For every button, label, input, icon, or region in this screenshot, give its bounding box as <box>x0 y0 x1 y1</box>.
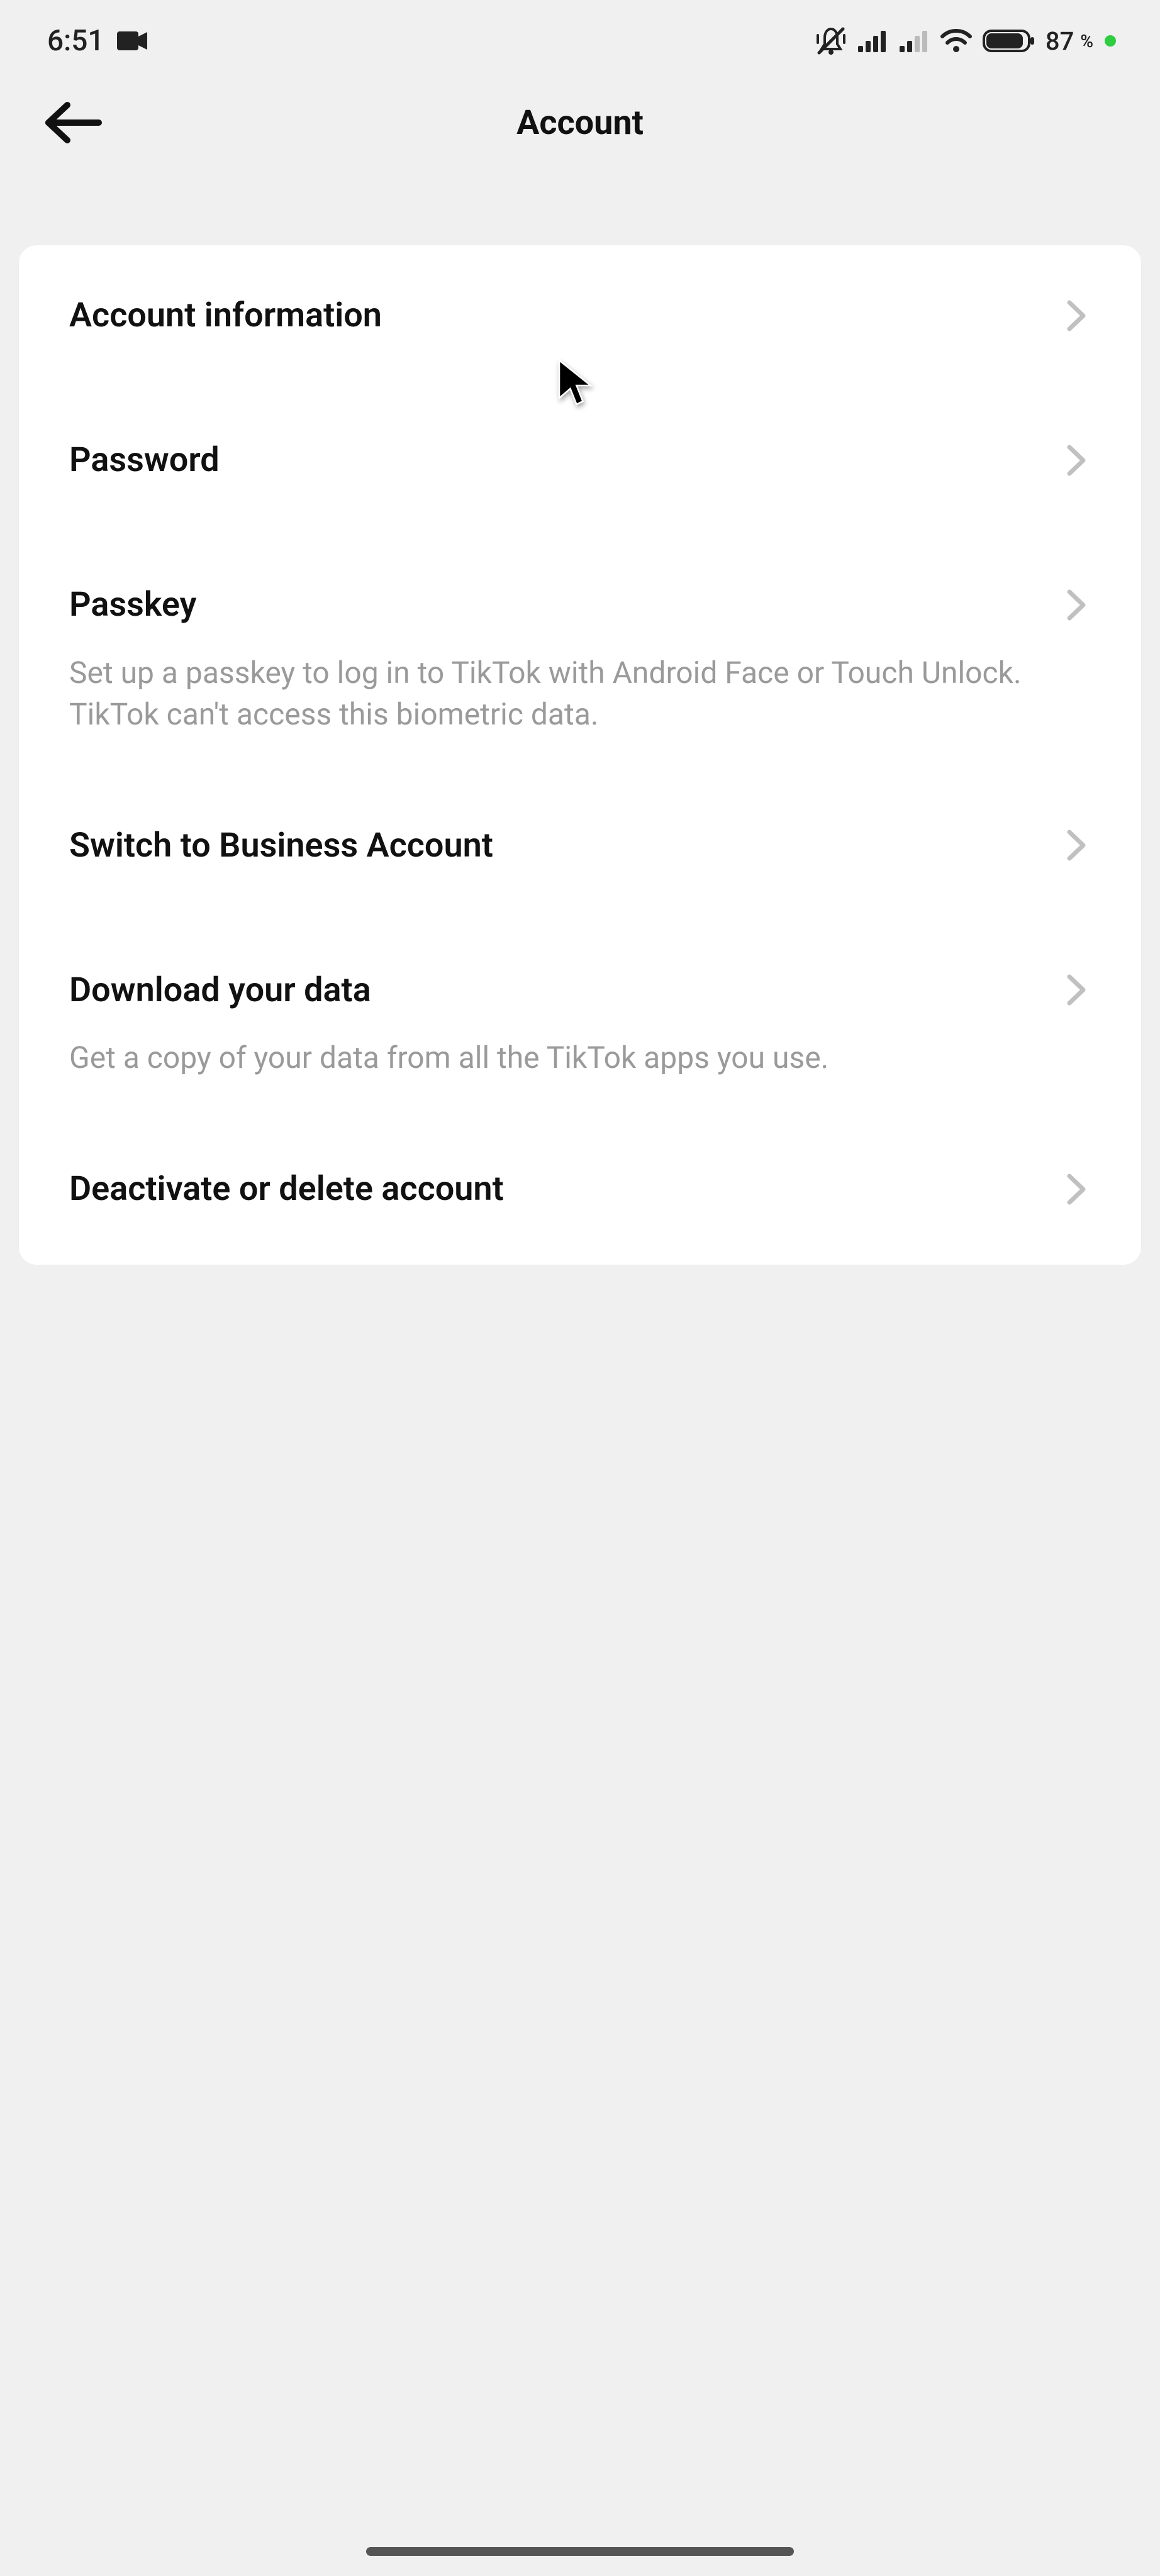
page-header: Account <box>0 82 1160 164</box>
page-title: Account <box>516 103 644 143</box>
row-label: Account information <box>69 297 382 334</box>
chevron-right-icon <box>1066 441 1091 479</box>
battery-percent: 87 <box>1046 26 1074 56</box>
battery-icon <box>983 28 1035 53</box>
status-time: 6:51 <box>47 24 104 58</box>
chevron-right-icon <box>1066 826 1091 864</box>
chevron-right-icon <box>1066 586 1091 624</box>
battery-percent-sign: % <box>1080 31 1093 52</box>
row-account-information[interactable]: Account information <box>69 297 1091 335</box>
row-switch-business[interactable]: Switch to Business Account <box>69 826 1091 864</box>
privacy-dot-icon <box>1105 35 1116 47</box>
row-passkey[interactable]: Passkey Set up a passkey to log in to Ti… <box>69 586 1091 735</box>
home-indicator[interactable] <box>366 2547 794 2556</box>
row-password[interactable]: Password <box>69 441 1091 479</box>
row-subtext: Get a copy of your data from all the Tik… <box>69 1037 1044 1079</box>
row-deactivate-delete[interactable]: Deactivate or delete account <box>69 1170 1091 1208</box>
row-label: Deactivate or delete account <box>69 1170 504 1208</box>
row-label: Switch to Business Account <box>69 827 493 864</box>
row-label: Download your data <box>69 972 371 1009</box>
row-label: Password <box>69 441 220 479</box>
signal-2-icon <box>898 28 930 53</box>
chevron-right-icon <box>1066 1170 1091 1208</box>
camera-icon <box>117 30 148 52</box>
back-button[interactable] <box>38 88 107 157</box>
status-left: 6:51 <box>47 24 148 58</box>
arrow-left-icon <box>41 101 104 145</box>
status-right: 87 % <box>815 25 1116 57</box>
wifi-icon <box>940 28 973 54</box>
row-subtext: Set up a passkey to log in to TikTok wit… <box>69 652 1044 735</box>
vibrate-off-icon <box>815 25 847 57</box>
row-label: Passkey <box>69 586 196 623</box>
chevron-right-icon <box>1066 971 1091 1009</box>
chevron-right-icon <box>1066 297 1091 335</box>
signal-1-icon <box>857 28 888 53</box>
row-download-data[interactable]: Download your data Get a copy of your da… <box>69 971 1091 1079</box>
settings-card: Account information Password Passkey <box>19 245 1141 1265</box>
status-bar: 6:51 <box>0 0 1160 82</box>
